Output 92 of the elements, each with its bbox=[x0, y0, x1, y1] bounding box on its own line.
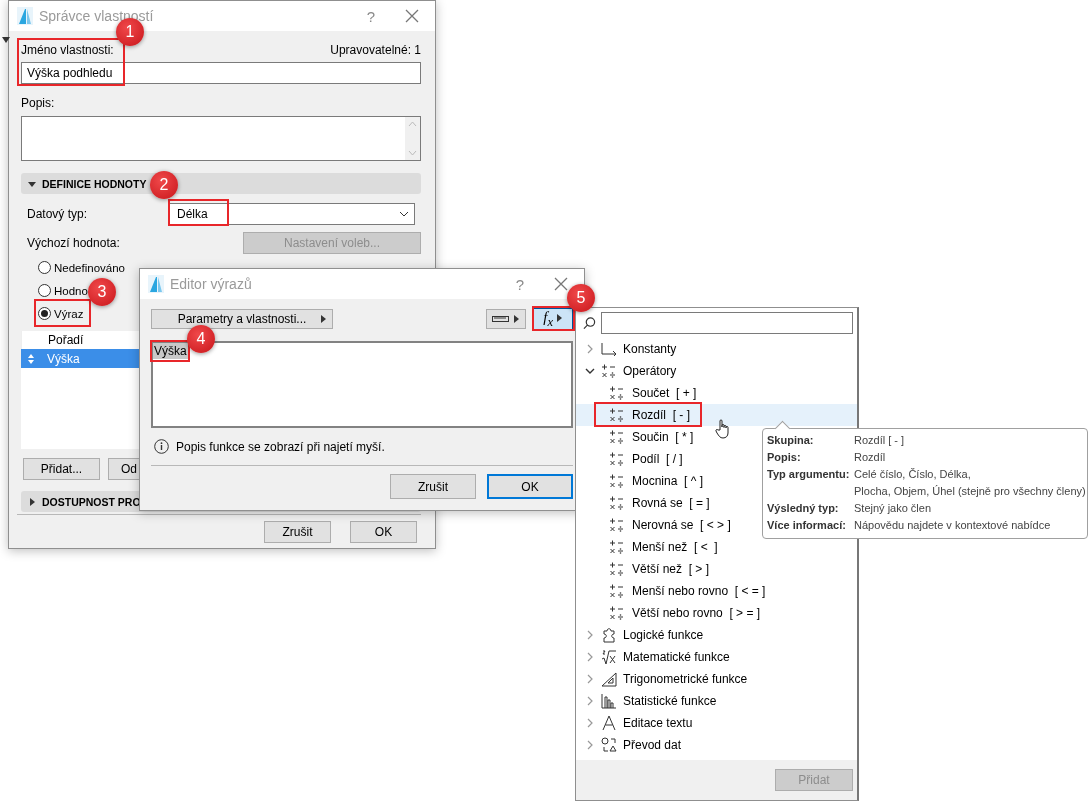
dialog-button[interactable]: Zrušit bbox=[390, 474, 476, 499]
dialog-button[interactable]: OK bbox=[487, 474, 573, 499]
tree-item[interactable]: Statistické funkce bbox=[576, 690, 857, 712]
tree-item[interactable]: Konstanty bbox=[576, 338, 857, 360]
puzzle-icon bbox=[601, 627, 617, 643]
operators-icon bbox=[609, 561, 625, 577]
tree-item[interactable]: Větší nebo rovno [ > = ] bbox=[576, 602, 857, 624]
radio-button[interactable] bbox=[38, 261, 51, 274]
radio-button[interactable] bbox=[38, 284, 51, 297]
tree-item[interactable]: Editace textu bbox=[576, 712, 857, 734]
radio-option[interactable]: Výraz bbox=[38, 303, 84, 324]
collapse-icon[interactable] bbox=[2, 37, 10, 43]
field-label: Jméno vlastnosti: bbox=[21, 43, 114, 57]
root-icon bbox=[601, 649, 617, 665]
operators-icon bbox=[609, 473, 625, 489]
tooltip-label: Typ argumentu: bbox=[767, 467, 851, 482]
help-button[interactable]: ? bbox=[500, 275, 540, 293]
operators-icon bbox=[609, 517, 625, 533]
column-header: Pořadí bbox=[48, 333, 84, 347]
close-icon[interactable] bbox=[405, 9, 419, 23]
operators-icon bbox=[609, 605, 625, 621]
tooltip-label: Výsledný typ: bbox=[767, 501, 840, 516]
radio-button[interactable] bbox=[38, 307, 51, 320]
search-icon bbox=[583, 316, 596, 330]
tooltip-value: Nápovědu najdete v kontextové nabídce bbox=[854, 518, 1051, 533]
units-button[interactable] bbox=[486, 309, 526, 329]
operators-icon bbox=[609, 385, 625, 401]
field-label: Popis: bbox=[21, 96, 56, 110]
field-label: Datový typ: bbox=[27, 207, 89, 221]
search-field[interactable] bbox=[601, 312, 853, 334]
operators-icon bbox=[609, 407, 625, 423]
tree-item[interactable]: Větší než [ > ] bbox=[576, 558, 857, 580]
tree-item[interactable]: Převod dat bbox=[576, 734, 857, 756]
radio-label: Výraz bbox=[54, 307, 84, 320]
dialog-button[interactable]: Zrušit bbox=[264, 521, 331, 543]
arrow-icon bbox=[601, 342, 617, 356]
tooltip-label: Skupina: bbox=[767, 433, 815, 448]
tree-item[interactable]: Menší než [ < ] bbox=[576, 536, 857, 558]
scrollbar-drawing bbox=[405, 117, 420, 160]
operators-icon bbox=[609, 539, 625, 555]
radio-option[interactable]: Hodno bbox=[38, 280, 88, 301]
sort-handle-icon bbox=[28, 353, 34, 364]
tooltip-value: Rozdíl bbox=[854, 450, 886, 465]
tree-item[interactable]: Operátory bbox=[576, 360, 857, 382]
info-text: Popis funkce se zobrazí při najetí myší. bbox=[176, 439, 385, 454]
window-title: Editor výrazů bbox=[170, 276, 253, 292]
close-icon[interactable] bbox=[554, 277, 568, 291]
operators-icon bbox=[609, 495, 625, 511]
dialog-button[interactable]: OK bbox=[350, 521, 417, 543]
tooltip-value: Plocha, Objem, Úhel (stejně pro všechny členy) bbox=[854, 484, 1086, 499]
tree-item[interactable]: Logické funkce bbox=[576, 624, 857, 646]
radio-label: Nedefinováno bbox=[54, 261, 125, 274]
table-button[interactable]: Přidat... bbox=[23, 458, 100, 480]
tooltip-label: Popis: bbox=[767, 450, 802, 465]
convert-icon bbox=[601, 737, 617, 753]
highlight-frame bbox=[168, 199, 229, 226]
tooltip-label: Více informací: bbox=[767, 518, 847, 533]
ruler-icon bbox=[492, 315, 520, 323]
operators-icon bbox=[609, 429, 625, 445]
highlight-frame bbox=[34, 299, 91, 327]
description-field[interactable] bbox=[21, 116, 421, 161]
submenu-arrow-icon bbox=[556, 314, 562, 322]
tree-item[interactable]: Rozdíl [ - ] bbox=[576, 404, 857, 426]
data-type-dropdown[interactable]: Délka bbox=[168, 203, 415, 225]
radio-option[interactable]: Nedefinováno bbox=[38, 257, 125, 278]
app-logo-icon bbox=[17, 7, 33, 25]
tooltip-value: Rozdíl [ - ] bbox=[854, 433, 905, 448]
parameters-button[interactable]: Parametry a vlastnosti... bbox=[151, 309, 333, 329]
app-logo-icon bbox=[148, 275, 164, 293]
triangle-ruler-icon bbox=[601, 671, 617, 687]
tree-item[interactable]: Trigonometrické funkce bbox=[576, 668, 857, 690]
radio-label: Hodno bbox=[54, 284, 88, 297]
editable-count: Upravovatelné: 1 bbox=[330, 43, 421, 57]
letter-icon bbox=[601, 715, 617, 731]
field-label: Výchozí hodnota: bbox=[27, 236, 120, 250]
tree-item[interactable]: Matematické funkce bbox=[576, 646, 857, 668]
submenu-arrow-icon bbox=[321, 315, 326, 323]
function-button[interactable]: f$_{x}$ bbox=[532, 308, 573, 330]
tree-item[interactable]: Menší nebo rovno [ < = ] bbox=[576, 580, 857, 602]
operators-icon bbox=[601, 363, 617, 379]
tooltip-value: Celé číslo, Číslo, Délka, bbox=[854, 467, 972, 482]
tooltip-value: Stejný jako člen bbox=[854, 501, 932, 516]
bar-chart-icon bbox=[601, 693, 617, 709]
info-icon bbox=[154, 439, 169, 454]
tree-item[interactable]: Součet [ + ] bbox=[576, 382, 857, 404]
section-title: DEFINICE HODNOTY bbox=[42, 177, 147, 190]
operators-icon bbox=[609, 583, 625, 599]
chevron-down-icon bbox=[399, 211, 409, 217]
operators-icon bbox=[609, 451, 625, 467]
name-field[interactable]: Výška podhledu bbox=[21, 62, 421, 84]
hand-cursor-icon bbox=[715, 419, 731, 439]
help-button[interactable]: ? bbox=[351, 7, 391, 25]
